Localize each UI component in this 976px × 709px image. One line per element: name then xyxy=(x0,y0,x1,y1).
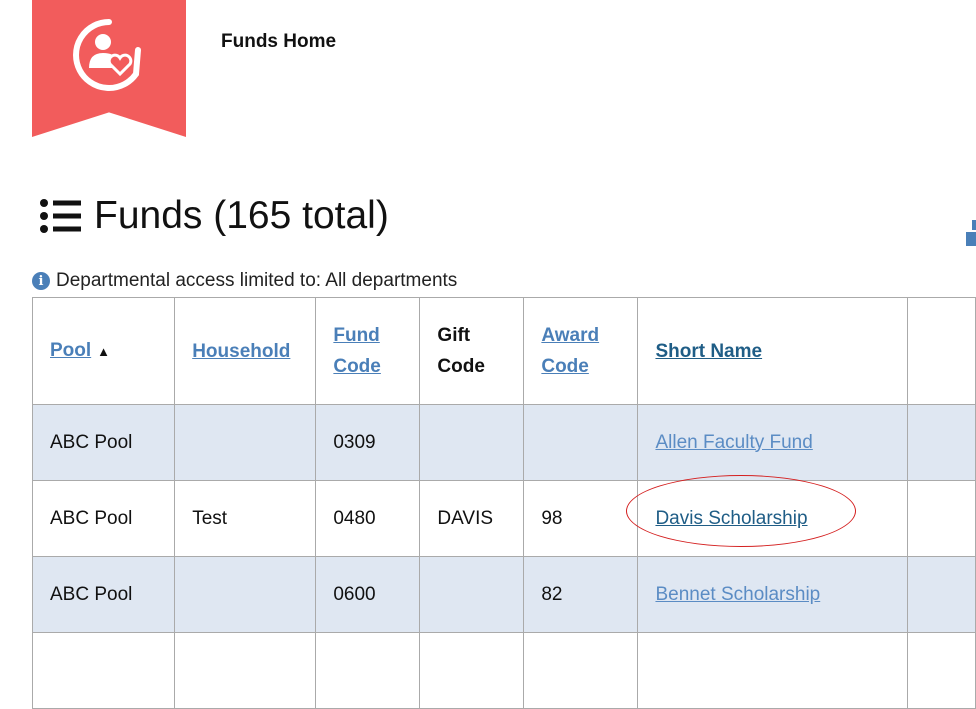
header-fund-code: Fund Code xyxy=(315,297,421,405)
cell-fund-code: 0480 xyxy=(315,480,421,557)
cell-extra xyxy=(907,480,976,557)
header-extra xyxy=(907,297,976,405)
table-row-partial xyxy=(31,632,976,709)
sort-short-name-link[interactable]: Short Name xyxy=(655,341,762,362)
info-icon: i xyxy=(32,272,50,290)
cell-fund-code: 0600 xyxy=(315,556,421,633)
person-heart-icon xyxy=(73,19,141,91)
header-award-code: Award Code xyxy=(523,297,639,405)
highlighted-fund: Davis Scholarship xyxy=(626,474,857,547)
cell-gift-code xyxy=(419,556,525,633)
cell-household xyxy=(174,556,317,633)
cell-short-name: Allen Faculty Fund xyxy=(637,404,909,481)
fund-link[interactable]: Davis Scholarship xyxy=(655,508,807,529)
header-short-name: Short Name xyxy=(637,297,909,405)
cell-award-code xyxy=(523,632,639,709)
gift-code-label: Gift Code xyxy=(437,325,485,377)
table-row: ABC Pool 0600 82 Bennet Scholarship xyxy=(31,556,976,633)
cell-short-name: Davis Scholarship xyxy=(626,474,909,557)
header-household: Household xyxy=(174,297,317,405)
fund-link[interactable]: Allen Faculty Fund xyxy=(655,432,812,453)
funds-home-link[interactable]: Funds Home xyxy=(221,31,336,53)
sort-fund-code-link[interactable]: Fund Code xyxy=(333,325,381,377)
sort-household-link[interactable]: Household xyxy=(192,341,290,362)
app-logo[interactable] xyxy=(32,0,186,137)
cell-pool: ABC Pool xyxy=(31,404,176,481)
cell-extra xyxy=(907,404,976,481)
cell-pool: ABC Pool xyxy=(31,556,176,633)
sort-pool-link[interactable]: Pool xyxy=(50,340,91,361)
cell-pool: ABC Pool xyxy=(31,480,176,557)
cell-award-code: 82 xyxy=(523,556,639,633)
cell-gift-code: DAVIS xyxy=(419,480,525,557)
cell-household: Test xyxy=(174,480,317,557)
cell-short-name xyxy=(637,632,909,709)
cell-gift-code xyxy=(419,632,525,709)
table-header-row: Pool ▲ Household Fund Code Gift Code Awar… xyxy=(31,297,976,405)
cell-fund-code: 0309 xyxy=(315,404,421,481)
access-note-text: Departmental access limited to: All depa… xyxy=(56,270,458,291)
funds-table: Pool ▲ Household Fund Code Gift Code Awar… xyxy=(31,297,976,709)
cell-extra xyxy=(907,556,976,633)
sort-award-code-link[interactable]: Award Code xyxy=(541,325,599,377)
cell-gift-code xyxy=(419,404,525,481)
page-title-text: Funds (165 total) xyxy=(94,194,389,237)
list-icon xyxy=(40,199,81,233)
access-note: i Departmental access limited to: All de… xyxy=(32,270,457,292)
cell-pool xyxy=(31,632,176,709)
export-icon[interactable] xyxy=(964,218,976,246)
header-pool: Pool ▲ xyxy=(31,297,176,405)
cell-extra xyxy=(907,632,976,709)
cell-award-code xyxy=(523,404,639,481)
cell-fund-code xyxy=(315,632,421,709)
cell-household xyxy=(174,404,317,481)
table-row: ABC Pool 0309 Allen Faculty Fund xyxy=(31,404,976,481)
cell-household xyxy=(174,632,317,709)
cell-award-code: 98 xyxy=(523,480,639,557)
sort-ascending-icon: ▲ xyxy=(97,344,111,359)
table-row: ABC Pool Test 0480 DAVIS 98 Davis Schola… xyxy=(31,474,976,557)
cell-short-name: Bennet Scholarship xyxy=(637,556,909,633)
header-gift-code: Gift Code xyxy=(419,297,525,405)
fund-link[interactable]: Bennet Scholarship xyxy=(655,584,820,605)
page-title: Funds (165 total) xyxy=(40,194,389,238)
